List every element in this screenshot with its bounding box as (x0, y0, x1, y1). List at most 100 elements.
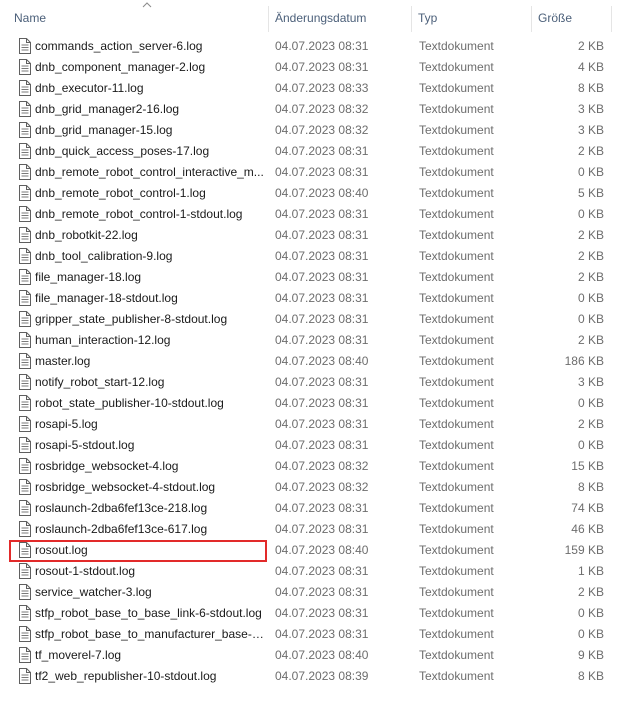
file-row[interactable]: commands_action_server-6.log 04.07.2023 0… (0, 36, 629, 57)
file-type: Textdokument (419, 417, 494, 431)
file-row[interactable]: dnb_executor-11.log 04.07.2023 08:33 Textd… (0, 78, 629, 99)
file-name: rosbridge_websocket-4.log (35, 459, 179, 473)
text-document-icon (19, 248, 31, 264)
file-type: Textdokument (419, 396, 494, 410)
text-document-icon (19, 59, 31, 75)
file-row[interactable]: dnb_remote_robot_control-1-stdout.log 04.… (0, 204, 629, 225)
file-date: 04.07.2023 08:32 (275, 480, 369, 494)
file-row[interactable]: file_manager-18-stdout.log 04.07.2023 08:… (0, 288, 629, 309)
file-size: 0 KB (577, 627, 604, 641)
file-row[interactable]: gripper_state_publisher-8-stdout.log 04.0… (0, 309, 629, 330)
file-type: Textdokument (419, 522, 494, 536)
text-document-icon (19, 395, 31, 411)
file-date: 04.07.2023 08:33 (275, 81, 369, 95)
file-date: 04.07.2023 08:40 (275, 648, 369, 662)
file-size: 2 KB (577, 585, 604, 599)
file-date: 04.07.2023 08:31 (275, 270, 369, 284)
selection-highlight-box (9, 540, 267, 562)
file-row[interactable]: stfp_robot_base_to_base_link-6-stdout.lo… (0, 603, 629, 624)
file-size: 74 KB (571, 501, 604, 515)
file-name: notify_robot_start-12.log (35, 375, 165, 389)
file-name: dnb_component_manager-2.log (35, 60, 206, 74)
text-document-icon (19, 101, 31, 117)
file-date: 04.07.2023 08:31 (275, 627, 369, 641)
file-name: tf_moverel-7.log (35, 648, 122, 662)
text-document-icon (19, 647, 31, 663)
file-size: 9 KB (577, 648, 604, 662)
file-row[interactable]: dnb_quick_access_poses-17.log 04.07.2023 … (0, 141, 629, 162)
file-name: robot_state_publisher-10-stdout.log (35, 396, 224, 410)
file-row[interactable]: file_manager-18.log 04.07.2023 08:31 Textd… (0, 267, 629, 288)
column-header-type[interactable]: Typ (412, 0, 532, 34)
file-row[interactable]: rosout-1-stdout.log 04.07.2023 08:31 Textd… (0, 561, 629, 582)
file-type: Textdokument (419, 480, 494, 494)
text-document-icon (19, 80, 31, 96)
file-row[interactable]: dnb_grid_manager-15.log 04.07.2023 08:32 T… (0, 120, 629, 141)
file-row[interactable]: rosapi-5-stdout.log 04.07.2023 08:31 Textd… (0, 435, 629, 456)
column-header-name-label: Name (14, 11, 47, 25)
file-row[interactable]: dnb_remote_robot_control_interactive_m..… (0, 162, 629, 183)
text-document-icon (19, 437, 31, 453)
file-type: Textdokument (419, 102, 494, 116)
file-row[interactable]: notify_robot_start-12.log 04.07.2023 08:3… (0, 372, 629, 393)
file-name: dnb_executor-11.log (35, 81, 144, 95)
file-name: dnb_remote_robot_control-1.log (35, 186, 206, 200)
column-header-type-label: Typ (418, 11, 438, 25)
text-document-icon (19, 332, 31, 348)
file-row[interactable]: roslaunch-2dba6fef13ce-617.log 04.07.2023… (0, 519, 629, 540)
file-size: 2 KB (577, 270, 604, 284)
file-row[interactable]: dnb_remote_robot_control-1.log 04.07.2023… (0, 183, 629, 204)
file-name: human_interaction-12.log (35, 333, 171, 347)
file-row[interactable]: tf2_web_republisher-10-stdout.log 04.07.2… (0, 666, 629, 687)
file-name: dnb_remote_robot_control_interactive_m..… (35, 165, 264, 179)
file-row[interactable]: rosbridge_websocket-4.log 04.07.2023 08:3… (0, 456, 629, 477)
file-size: 0 KB (577, 207, 604, 221)
file-date: 04.07.2023 08:32 (275, 123, 369, 137)
file-size: 0 KB (577, 396, 604, 410)
file-date: 04.07.2023 08:31 (275, 417, 369, 431)
file-row[interactable]: robot_state_publisher-10-stdout.log 04.07… (0, 393, 629, 414)
file-date: 04.07.2023 08:39 (275, 669, 369, 683)
file-row[interactable]: rosbridge_websocket-4-stdout.log 04.07.20… (0, 477, 629, 498)
file-date: 04.07.2023 08:31 (275, 60, 369, 74)
text-document-icon (19, 227, 31, 243)
file-row[interactable]: tf_moverel-7.log 04.07.2023 08:40 Textdoku… (0, 645, 629, 666)
file-type: Textdokument (419, 123, 494, 137)
file-row[interactable]: roslaunch-2dba6fef13ce-218.log 04.07.2023… (0, 498, 629, 519)
file-date: 04.07.2023 08:31 (275, 312, 369, 326)
text-document-icon (19, 206, 31, 222)
file-row[interactable]: service_watcher-3.log 04.07.2023 08:31 Tex… (0, 582, 629, 603)
text-document-icon (19, 458, 31, 474)
file-row[interactable]: master.log 04.07.2023 08:40 Textdokument 18… (0, 351, 629, 372)
column-separator[interactable] (611, 6, 612, 32)
file-row[interactable]: dnb_component_manager-2.log 04.07.2023 08… (0, 57, 629, 78)
file-date: 04.07.2023 08:31 (275, 564, 369, 578)
file-type: Textdokument (419, 543, 494, 557)
file-date: 04.07.2023 08:31 (275, 606, 369, 620)
file-size: 46 KB (571, 522, 604, 536)
text-document-icon (19, 353, 31, 369)
file-date: 04.07.2023 08:31 (275, 522, 369, 536)
file-row[interactable]: dnb_grid_manager2-16.log 04.07.2023 08:32… (0, 99, 629, 120)
file-date: 04.07.2023 08:31 (275, 207, 369, 221)
file-size: 2 KB (577, 249, 604, 263)
file-name: gripper_state_publisher-8-stdout.log (35, 312, 228, 326)
file-type: Textdokument (419, 459, 494, 473)
file-row[interactable]: dnb_robotkit-22.log 04.07.2023 08:31 Textd… (0, 225, 629, 246)
column-header-date[interactable]: Änderungsdatum (269, 0, 412, 34)
column-header-name[interactable]: Name (8, 0, 269, 34)
text-document-icon (19, 143, 31, 159)
file-row[interactable]: stfp_robot_base_to_manufacturer_base-7..… (0, 624, 629, 645)
file-name: commands_action_server-6.log (35, 39, 203, 53)
file-name: stfp_robot_base_to_manufacturer_base-7..… (35, 627, 267, 641)
file-row[interactable]: rosapi-5.log 04.07.2023 08:31 Textdokument… (0, 414, 629, 435)
file-row[interactable]: dnb_tool_calibration-9.log 04.07.2023 08:… (0, 246, 629, 267)
file-type: Textdokument (419, 228, 494, 242)
file-row[interactable]: human_interaction-12.log 04.07.2023 08:31… (0, 330, 629, 351)
file-type: Textdokument (419, 375, 494, 389)
file-type: Textdokument (419, 270, 494, 284)
file-type: Textdokument (419, 585, 494, 599)
column-header-size[interactable]: Größe (532, 0, 612, 34)
text-document-icon (19, 290, 31, 306)
file-size: 0 KB (577, 606, 604, 620)
